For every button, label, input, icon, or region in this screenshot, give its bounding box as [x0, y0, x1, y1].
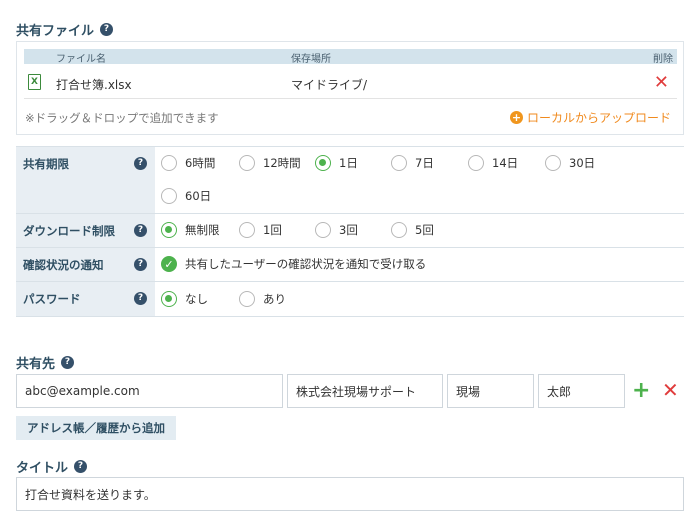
download-option-5[interactable]: 5回: [391, 222, 434, 238]
delete-file-icon[interactable]: ✕: [654, 74, 669, 92]
column-file-name: ファイル名: [56, 54, 106, 65]
radio-icon[interactable]: [161, 155, 177, 171]
expiry-option-12h[interactable]: 12時間: [239, 155, 301, 171]
download-option-unlimited[interactable]: 無制限: [161, 222, 220, 238]
password-label: パスワード: [23, 292, 81, 306]
radio-icon[interactable]: [239, 291, 255, 307]
expiry-option-60d[interactable]: 60日: [161, 188, 211, 204]
expiry-option-6h[interactable]: 6時間: [161, 155, 215, 171]
help-icon[interactable]: ?: [74, 460, 88, 473]
radio-icon[interactable]: [161, 188, 177, 204]
radio-selected-icon[interactable]: [161, 222, 177, 238]
radio-icon[interactable]: [315, 222, 331, 238]
help-icon[interactable]: ?: [61, 356, 75, 369]
upload-local-link[interactable]: + ローカルからアップロード: [509, 109, 671, 126]
password-row: パスワード ? なし あり: [16, 282, 684, 317]
radio-icon[interactable]: [468, 155, 484, 171]
address-book-button[interactable]: アドレス帳／履歴から追加: [16, 416, 176, 440]
subject-input[interactable]: 打合せ資料を送ります。: [16, 477, 684, 511]
drop-hint: ※ドラッグ＆ドロップで追加できます: [25, 111, 219, 125]
password-option-yes[interactable]: あり: [239, 291, 286, 307]
excel-file-icon: X: [28, 74, 41, 90]
file-location: マイドライブ/: [291, 78, 368, 92]
radio-selected-icon[interactable]: [315, 155, 331, 171]
add-recipient-icon[interactable]: +: [632, 380, 650, 402]
notify-row: 確認状況の通知 ? ✓ 共有したユーザーの確認状況を通知で受け取る: [16, 248, 684, 282]
notify-checkbox[interactable]: ✓ 共有したユーザーの確認状況を通知で受け取る: [161, 256, 426, 272]
radio-icon[interactable]: [391, 222, 407, 238]
radio-icon[interactable]: [239, 155, 255, 171]
column-location: 保存場所: [291, 54, 331, 65]
help-icon[interactable]: ?: [100, 23, 114, 36]
files-table-header: ファイル名 保存場所 削除: [24, 49, 677, 65]
file-name: 打合せ簿.xlsx: [56, 78, 132, 92]
download-option-1[interactable]: 1回: [239, 222, 282, 238]
expiry-option-30d[interactable]: 30日: [545, 155, 595, 171]
download-limit-row: ダウンロード制限 ? 無制限 1回 3回 5回: [16, 214, 684, 248]
expiry-label: 共有期限: [23, 157, 69, 171]
password-option-none[interactable]: なし: [161, 291, 208, 307]
column-delete: 削除: [653, 54, 673, 65]
recipient-last-name-input[interactable]: 現場: [447, 374, 534, 408]
expiry-row: 共有期限 ? 6時間 12時間 1日 7日 14日 30日 60日: [16, 147, 684, 214]
notify-label: 確認状況の通知: [23, 258, 104, 272]
help-icon[interactable]: ?: [134, 258, 147, 271]
file-row: X 打合せ簿.xlsx マイドライブ/ ✕: [24, 69, 677, 99]
share-settings-table: 共有期限 ? 6時間 12時間 1日 7日 14日 30日 60日 ダウンロード…: [16, 146, 684, 317]
radio-selected-icon[interactable]: [161, 291, 177, 307]
recipient-email-input[interactable]: abc@example.com: [16, 374, 283, 408]
radio-icon[interactable]: [239, 222, 255, 238]
radio-icon[interactable]: [391, 155, 407, 171]
add-circle-icon: +: [509, 111, 523, 124]
radio-icon[interactable]: [545, 155, 561, 171]
download-option-3[interactable]: 3回: [315, 222, 358, 238]
help-icon[interactable]: ?: [134, 224, 147, 237]
download-limit-label: ダウンロード制限: [23, 224, 115, 238]
shared-files-title: 共有ファイル ?: [16, 20, 114, 39]
recipient-company-input[interactable]: 株式会社現場サポート: [287, 374, 443, 408]
shared-files-panel[interactable]: ファイル名 保存場所 削除 X 打合せ簿.xlsx マイドライブ/ ✕ ※ドラッ…: [16, 41, 684, 135]
recipient-first-name-input[interactable]: 太郎: [538, 374, 625, 408]
recipients-title: 共有先 ?: [16, 353, 75, 372]
expiry-option-7d[interactable]: 7日: [391, 155, 434, 171]
remove-recipient-icon[interactable]: ✕: [662, 380, 679, 400]
subject-title: タイトル ?: [16, 457, 88, 476]
help-icon[interactable]: ?: [134, 292, 147, 305]
checkmark-icon[interactable]: ✓: [161, 256, 177, 272]
expiry-option-1d[interactable]: 1日: [315, 155, 358, 171]
expiry-option-14d[interactable]: 14日: [468, 155, 518, 171]
help-icon[interactable]: ?: [134, 157, 147, 170]
